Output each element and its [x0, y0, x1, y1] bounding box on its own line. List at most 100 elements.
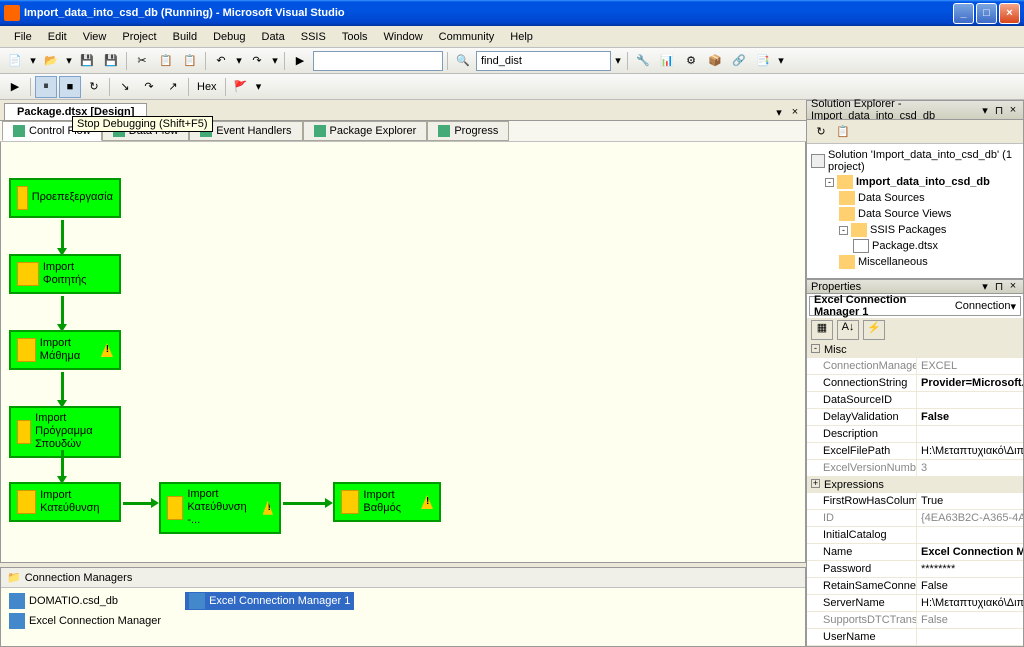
prop-row[interactable]: FirstRowHasColumnNaTrue [807, 493, 1023, 510]
project-node[interactable]: -Import_data_into_csd_db [825, 174, 1019, 190]
paste-button[interactable]: 📋 [179, 50, 201, 72]
prop-row[interactable]: ConnectionManagerTyEXCEL [807, 358, 1023, 375]
new-button[interactable]: 📄 [4, 50, 26, 72]
menu-file[interactable]: File [6, 29, 40, 45]
menu-window[interactable]: Window [376, 29, 431, 45]
dropdown-icon[interactable]: ▾ [979, 280, 991, 293]
redo-dropdown[interactable]: ▾ [270, 54, 280, 67]
task-import-grade[interactable]: Import Βαθμός [333, 482, 441, 522]
menu-edit[interactable]: Edit [40, 29, 75, 45]
prop-value[interactable] [917, 426, 1023, 442]
expand-icon[interactable]: + [811, 479, 820, 488]
saveall-button[interactable]: 💾 [100, 50, 122, 72]
menu-project[interactable]: Project [114, 29, 164, 45]
prop-row[interactable]: DataSourceID [807, 392, 1023, 409]
pin-icon[interactable]: ⊓ [993, 280, 1005, 293]
tab-progress[interactable]: Progress [427, 121, 509, 141]
hex-label[interactable]: Hex [193, 81, 221, 93]
copy-button[interactable]: 📋 [155, 50, 177, 72]
prop-row[interactable]: ConnectionStringProvider=Microsoft.Jet.O… [807, 375, 1023, 392]
task-import-direction2[interactable]: Import Κατεύθυνση -... [159, 482, 281, 534]
menu-view[interactable]: View [75, 29, 115, 45]
tb-c[interactable]: ⚙ [680, 50, 702, 72]
prop-row[interactable]: InitialCatalog [807, 527, 1023, 544]
menu-tools[interactable]: Tools [334, 29, 376, 45]
task-import-direction[interactable]: Import Κατεύθυνση [9, 482, 121, 522]
prop-row[interactable]: Description [807, 426, 1023, 443]
step-over-button[interactable]: ↷ [138, 76, 160, 98]
conn-excel1[interactable]: Excel Connection Manager 1 [185, 592, 354, 610]
design-canvas[interactable]: Προεπεξεργασία Import Φοιτητής Import Μά… [0, 142, 806, 563]
redo-button[interactable]: ↷ [246, 50, 268, 72]
task-import-course[interactable]: Import Μάθημα [9, 330, 121, 370]
find-dropdown[interactable]: ▾ [613, 54, 623, 67]
undo-button[interactable]: ↶ [210, 50, 232, 72]
prop-row[interactable]: ExcelVersionNumber3 [807, 460, 1023, 477]
task-import-student[interactable]: Import Φοιτητής [9, 254, 121, 294]
prop-row[interactable]: UserName [807, 629, 1023, 646]
prop-row[interactable]: ExcelFilePathH:\Μεταπτυχιακό\Διπλωματική [807, 443, 1023, 460]
prop-expressions[interactable]: +Expressions [807, 477, 1023, 493]
close-icon[interactable]: × [1007, 280, 1019, 293]
menu-data[interactable]: Data [254, 29, 293, 45]
prop-row[interactable]: SupportsDTCTransactiFalse [807, 612, 1023, 629]
pause-button[interactable]: ⏸ [35, 76, 57, 98]
prop-value[interactable]: Provider=Microsoft.Jet.Ol [917, 375, 1023, 391]
prop-value[interactable] [917, 392, 1023, 408]
prop-value[interactable]: H:\Μεταπτυχιακό\Διπλωματική [917, 443, 1023, 459]
task-import-program[interactable]: Import Πρόγραμμα Σπουδών [9, 406, 121, 458]
prop-row[interactable]: NameExcel Connection Manager [807, 544, 1023, 561]
close-icon[interactable]: × [1007, 104, 1019, 117]
pin-icon[interactable]: ⊓ [993, 104, 1005, 117]
save-button[interactable]: 💾 [76, 50, 98, 72]
find-combo[interactable]: find_dist [476, 51, 611, 71]
prop-value[interactable]: False [917, 409, 1023, 425]
tb-e[interactable]: 🔗 [728, 50, 750, 72]
stop-button[interactable]: ■ [59, 76, 81, 98]
cut-button[interactable]: ✂ [131, 50, 153, 72]
tb-b[interactable]: 📊 [656, 50, 678, 72]
tb-f[interactable]: 📑 [752, 50, 774, 72]
menu-ssis[interactable]: SSIS [293, 29, 334, 45]
categorized-button[interactable]: ▦ [811, 320, 833, 340]
dropdown-icon[interactable]: ▾ [1010, 300, 1016, 313]
restart-button[interactable]: ↻ [83, 76, 105, 98]
run-button[interactable]: ▶ [289, 50, 311, 72]
config-combo[interactable] [313, 51, 443, 71]
prop-value[interactable] [917, 629, 1023, 645]
tab-dropdown-icon[interactable]: ▾ [772, 106, 786, 120]
alpha-button[interactable]: A↓ [837, 320, 859, 340]
package-dtsx-node[interactable]: Package.dtsx [853, 238, 1019, 254]
tab-package-explorer[interactable]: Package Explorer [303, 121, 428, 141]
property-object-selector[interactable]: Excel Connection Manager 1 Connection▾ [809, 296, 1021, 316]
prop-value[interactable] [917, 527, 1023, 543]
tb-d[interactable]: 📦 [704, 50, 726, 72]
prop-row[interactable]: DelayValidationFalse [807, 409, 1023, 426]
prop-row[interactable]: ServerNameH:\Μεταπτυχιακό\Διπλωματική [807, 595, 1023, 612]
prop-value[interactable]: True [917, 493, 1023, 509]
step-into-button[interactable]: ↘ [114, 76, 136, 98]
prop-value[interactable]: H:\Μεταπτυχιακό\Διπλωματική [917, 595, 1023, 611]
prop-row[interactable]: Password******** [807, 561, 1023, 578]
dropdown-icon[interactable]: ▾ [979, 104, 991, 117]
minimize-button[interactable]: _ [953, 3, 974, 24]
collapse-icon[interactable]: - [825, 178, 834, 187]
menu-build[interactable]: Build [165, 29, 205, 45]
close-button[interactable]: × [999, 3, 1020, 24]
menu-debug[interactable]: Debug [205, 29, 253, 45]
prop-row[interactable]: RetainSameConnectionFalse [807, 578, 1023, 595]
solution-node[interactable]: Solution 'Import_data_into_csd_db' (1 pr… [811, 148, 1019, 174]
prop-value[interactable]: Excel Connection Manager [917, 544, 1023, 560]
menu-community[interactable]: Community [431, 29, 503, 45]
maximize-button[interactable]: □ [976, 3, 997, 24]
tb-a[interactable]: 🔧 [632, 50, 654, 72]
step-out-button[interactable]: ↗ [162, 76, 184, 98]
new-dropdown[interactable]: ▾ [28, 54, 38, 67]
dsviews-node[interactable]: Data Source Views [839, 206, 1019, 222]
task-preprocess[interactable]: Προεπεξεργασία [9, 178, 121, 218]
breakpoints-button[interactable]: 🚩 [230, 76, 252, 98]
prop-value[interactable]: ******** [917, 561, 1023, 577]
open-dropdown[interactable]: ▾ [64, 54, 74, 67]
continue-button[interactable]: ▶ [4, 76, 26, 98]
collapse-icon[interactable]: - [811, 344, 820, 353]
